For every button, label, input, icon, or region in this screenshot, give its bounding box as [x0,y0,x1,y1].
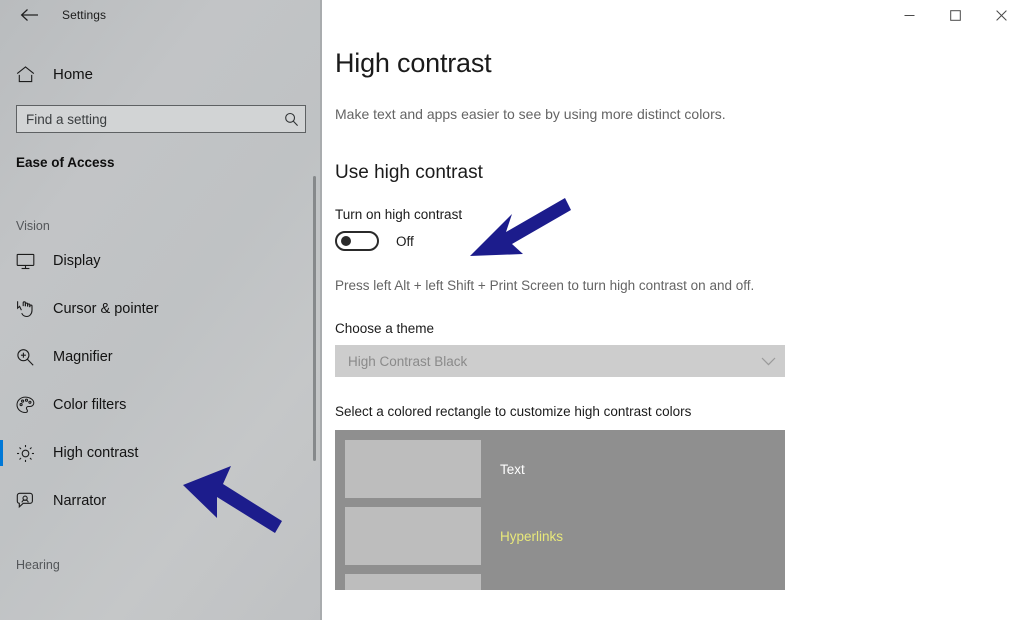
brightness-icon [16,444,46,463]
monitor-icon [16,253,46,270]
toggle-knob [341,236,351,246]
sidebar: Settings Home Ease of Access Vision [0,0,322,620]
sidebar-scrollbar-thumb[interactable] [313,176,316,461]
sidebar-item-high-contrast-label: High contrast [53,445,139,461]
sidebar-group-hearing-label: Hearing [16,558,60,572]
high-contrast-toggle-row: Off [335,231,1024,251]
sidebar-item-narrator-label: Narrator [53,493,107,509]
sidebar-item-narrator[interactable]: Narrator [0,477,322,525]
sidebar-item-cursor-pointer[interactable]: Cursor & pointer [0,285,322,333]
narrator-icon [16,492,46,510]
sidebar-item-display[interactable]: Display [0,237,322,285]
minimize-icon[interactable] [886,0,932,30]
theme-label: Choose a theme [335,321,435,337]
home-icon [16,65,46,83]
page-title: High contrast [335,48,492,78]
section-title: Use high contrast [335,162,483,183]
sidebar-item-high-contrast[interactable]: High contrast [0,429,322,477]
search-input[interactable] [17,106,277,132]
main-content: High contrast Make text and apps easier … [322,0,1024,620]
swatch-row-text[interactable]: Text [345,440,785,499]
sidebar-item-cursor-pointer-label: Cursor & pointer [53,301,159,317]
swatch-section-label: Select a colored rectangle to customize … [335,404,692,420]
sidebar-item-color-filters[interactable]: Color filters [0,381,322,429]
sidebar-item-magnifier-label: Magnifier [53,349,113,365]
settings-window: Settings Home Ease of Access Vision [0,0,1024,620]
theme-dropdown[interactable]: High Contrast Black [335,345,785,378]
search-icon[interactable] [277,106,305,132]
close-icon[interactable] [978,0,1024,30]
swatch-row-label: Text [500,461,525,477]
back-arrow-icon[interactable] [14,2,44,28]
sidebar-item-home-label: Home [53,65,94,83]
window-controls [886,0,1024,30]
sidebar-item-magnifier[interactable]: Magnifier [0,333,322,381]
sidebar-item-display-label: Display [53,253,101,269]
high-contrast-toggle[interactable] [335,231,379,251]
color-chip[interactable] [345,507,481,566]
app-title: Settings [62,8,107,22]
sidebar-item-home[interactable]: Home [0,57,322,91]
magnifier-icon [16,348,46,367]
search-box[interactable] [16,105,306,133]
keyboard-shortcut-hint: Press left Alt + left Shift + Print Scre… [335,278,755,293]
swatch-row-partial[interactable] [345,574,785,591]
toggle-label: Turn on high contrast [335,207,463,222]
page-description: Make text and apps easier to see by usin… [335,106,726,122]
toggle-state-label: Off [396,233,414,249]
chevron-down-icon [751,357,785,366]
sidebar-item-color-filters-label: Color filters [53,397,127,413]
swatch-row-label: Hyperlinks [500,528,564,544]
maximize-icon[interactable] [932,0,978,30]
color-chip[interactable] [345,574,481,591]
color-customization-panel: Text Hyperlinks [335,430,785,591]
cursor-icon [16,300,46,318]
sidebar-category-title: Ease of Access [16,155,115,170]
color-chip[interactable] [345,440,481,499]
palette-icon [16,396,46,414]
settings-page: High contrast Make text and apps easier … [322,0,1024,591]
sidebar-group-vision-label: Vision [16,219,50,233]
swatch-row-hyperlinks[interactable]: Hyperlinks [345,507,785,566]
title-bar: Settings [0,0,322,30]
theme-selected-value: High Contrast Black [348,353,468,369]
